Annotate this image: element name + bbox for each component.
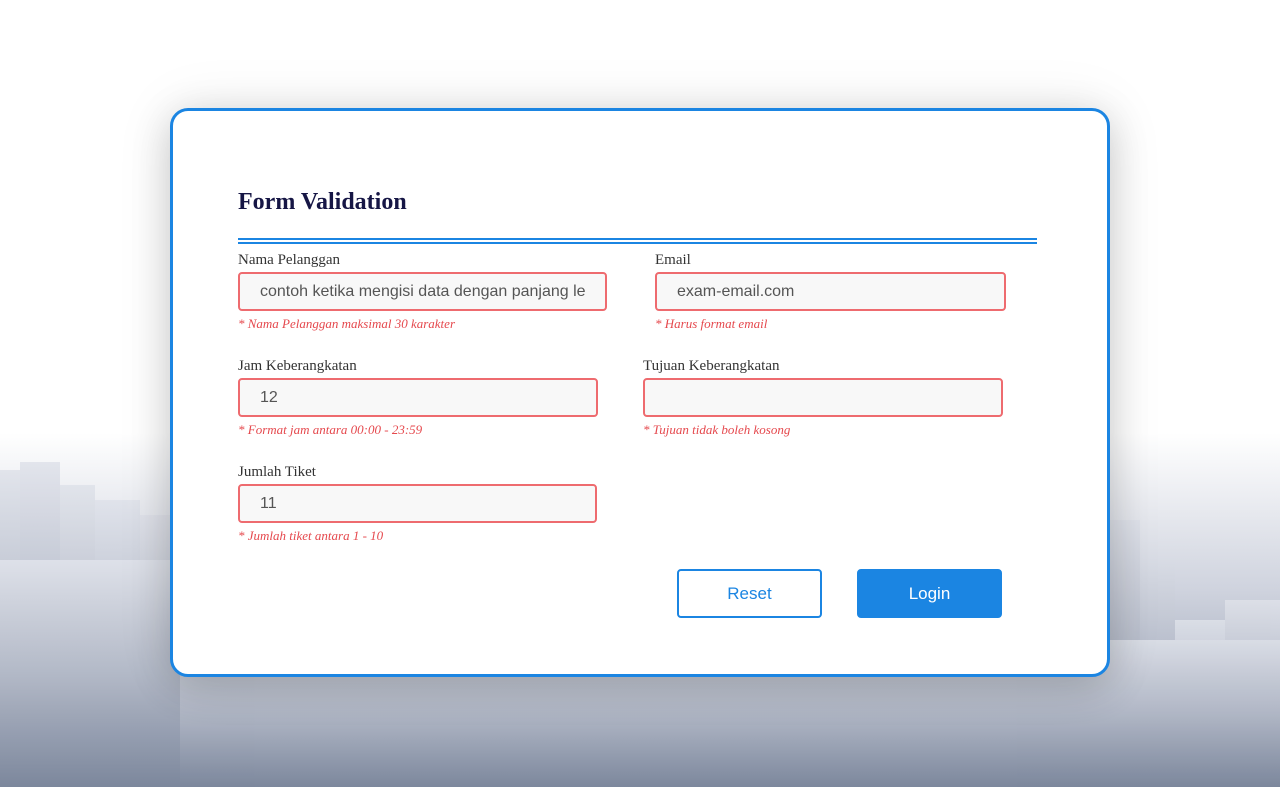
field-jam-keberangkatan: Jam Keberangkatan * Format jam antara 00… (238, 356, 598, 438)
jam-keberangkatan-label: Jam Keberangkatan (238, 358, 357, 374)
jam-keberangkatan-error: * Format jam antara 00:00 - 23:59 (238, 422, 423, 437)
email-label: Email (655, 252, 691, 268)
form-title: Form Validation (238, 189, 407, 215)
reset-button[interactable]: Reset (677, 569, 822, 618)
jam-keberangkatan-input[interactable] (238, 378, 598, 417)
jumlah-tiket-label: Jumlah Tiket (238, 464, 316, 480)
jumlah-tiket-input[interactable] (238, 484, 597, 523)
field-jumlah-tiket: Jumlah Tiket * Jumlah tiket antara 1 - 1… (238, 462, 597, 544)
title-divider (238, 238, 1037, 244)
nama-pelanggan-label: Nama Pelanggan (238, 252, 341, 268)
email-input[interactable] (655, 272, 1006, 311)
nama-pelanggan-error: * Nama Pelanggan maksimal 30 karakter (238, 316, 456, 331)
form-card: Form Validation Nama Pelanggan * Nama Pe… (170, 108, 1110, 677)
login-button[interactable]: Login (857, 569, 1002, 618)
nama-pelanggan-input[interactable] (238, 272, 607, 311)
email-error: * Harus format email (655, 316, 768, 331)
tujuan-keberangkatan-error: * Tujuan tidak boleh kosong (643, 422, 791, 437)
field-nama-pelanggan: Nama Pelanggan * Nama Pelanggan maksimal… (238, 250, 607, 332)
field-email: Email * Harus format email (655, 250, 1006, 332)
tujuan-keberangkatan-input[interactable] (643, 378, 1003, 417)
field-tujuan-keberangkatan: Tujuan Keberangkatan * Tujuan tidak bole… (643, 356, 1003, 438)
jumlah-tiket-error: * Jumlah tiket antara 1 - 10 (238, 528, 384, 543)
tujuan-keberangkatan-label: Tujuan Keberangkatan (643, 358, 780, 374)
